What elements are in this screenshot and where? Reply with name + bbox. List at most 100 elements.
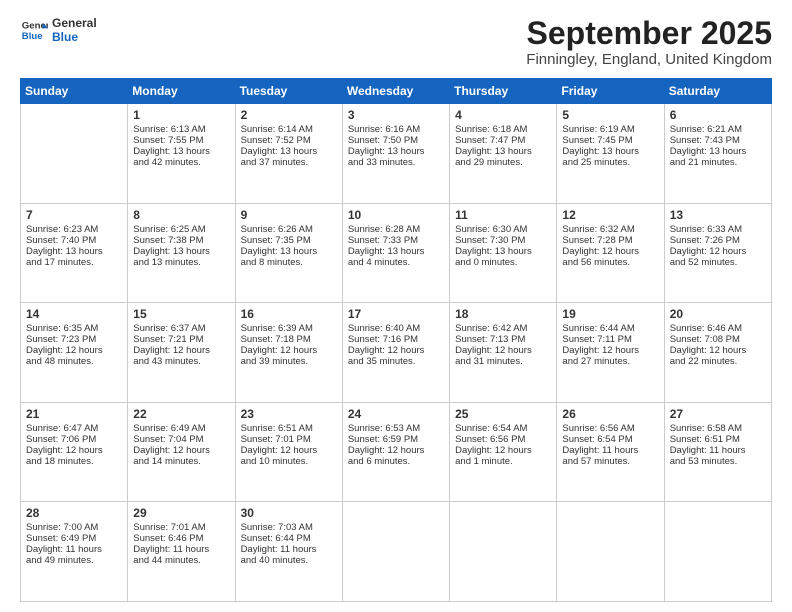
week-row-1: 1 Sunrise: 6:13 AMSunset: 7:55 PM Daylight… bbox=[21, 104, 772, 204]
day-number: 28 bbox=[26, 506, 122, 520]
day-text: Sunset: 7:08 PM bbox=[670, 334, 766, 345]
cell-w4-d3: 23Sunrise: 6:51 AMSunset: 7:01 PMDayligh… bbox=[235, 402, 342, 502]
day-text: Sunrise: 6:14 AM bbox=[241, 124, 337, 135]
day-number: 5 bbox=[562, 108, 658, 122]
day-text: Sunrise: 6:19 AM bbox=[562, 124, 658, 135]
day-text: Sunrise: 6:49 AM bbox=[133, 423, 229, 434]
day-text: Sunrise: 6:39 AM bbox=[241, 323, 337, 334]
calendar-table: SundayMondayTuesdayWednesdayThursdayFrid… bbox=[20, 78, 772, 602]
day-text: and 40 minutes. bbox=[241, 555, 337, 566]
day-text: and 27 minutes. bbox=[562, 356, 658, 367]
cell-w4-d5: 25Sunrise: 6:54 AMSunset: 6:56 PMDayligh… bbox=[450, 402, 557, 502]
day-text: and 53 minutes. bbox=[670, 456, 766, 467]
cell-w2-d4: 10Sunrise: 6:28 AMSunset: 7:33 PMDayligh… bbox=[342, 203, 449, 303]
day-text: Sunrise: 6:13 AM bbox=[133, 124, 229, 135]
day-text: Sunset: 7:18 PM bbox=[241, 334, 337, 345]
day-text: Daylight: 12 hours bbox=[670, 345, 766, 356]
day-text: Daylight: 13 hours bbox=[670, 146, 766, 157]
cell-w4-d2: 22Sunrise: 6:49 AMSunset: 7:04 PMDayligh… bbox=[128, 402, 235, 502]
day-text: Sunset: 7:55 PM bbox=[133, 135, 229, 146]
cell-w5-d2: 29Sunrise: 7:01 AMSunset: 6:46 PMDayligh… bbox=[128, 502, 235, 602]
day-text: Daylight: 13 hours bbox=[455, 246, 551, 257]
day-number: 13 bbox=[670, 208, 766, 222]
day-text: Sunset: 6:46 PM bbox=[133, 533, 229, 544]
cell-w3-d2: 15Sunrise: 6:37 AMSunset: 7:21 PMDayligh… bbox=[128, 303, 235, 403]
logo-line1: General bbox=[52, 16, 97, 30]
day-text: Sunrise: 7:01 AM bbox=[133, 522, 229, 533]
day-text: Sunrise: 6:42 AM bbox=[455, 323, 551, 334]
cell-w2-d2: 8Sunrise: 6:25 AMSunset: 7:38 PMDaylight… bbox=[128, 203, 235, 303]
day-text: Sunset: 6:49 PM bbox=[26, 533, 122, 544]
day-number: 24 bbox=[348, 407, 444, 421]
day-text: Daylight: 12 hours bbox=[670, 246, 766, 257]
day-number: 1 bbox=[133, 108, 229, 122]
day-text: and 57 minutes. bbox=[562, 456, 658, 467]
day-text: Daylight: 13 hours bbox=[133, 246, 229, 257]
day-text: Sunset: 6:59 PM bbox=[348, 434, 444, 445]
day-text: and 0 minutes. bbox=[455, 257, 551, 268]
day-text: and 39 minutes. bbox=[241, 356, 337, 367]
cell-w2-d6: 12Sunrise: 6:32 AMSunset: 7:28 PMDayligh… bbox=[557, 203, 664, 303]
day-text: Sunset: 7:30 PM bbox=[455, 235, 551, 246]
day-text: Sunrise: 6:54 AM bbox=[455, 423, 551, 434]
day-text: Sunset: 7:43 PM bbox=[670, 135, 766, 146]
svg-text:Blue: Blue bbox=[22, 31, 43, 42]
col-header-friday: Friday bbox=[557, 79, 664, 104]
cell-w3-d1: 14Sunrise: 6:35 AMSunset: 7:23 PMDayligh… bbox=[21, 303, 128, 403]
cell-w1-d1 bbox=[21, 104, 128, 204]
day-text: Sunset: 7:04 PM bbox=[133, 434, 229, 445]
day-text: Sunrise: 6:37 AM bbox=[133, 323, 229, 334]
day-text: Sunrise: 7:00 AM bbox=[26, 522, 122, 533]
day-text: and 18 minutes. bbox=[26, 456, 122, 467]
day-text: and 48 minutes. bbox=[26, 356, 122, 367]
cell-w5-d4 bbox=[342, 502, 449, 602]
day-text: Daylight: 12 hours bbox=[562, 345, 658, 356]
day-text: Daylight: 11 hours bbox=[241, 544, 337, 555]
day-number: 4 bbox=[455, 108, 551, 122]
cell-w5-d1: 28Sunrise: 7:00 AMSunset: 6:49 PMDayligh… bbox=[21, 502, 128, 602]
day-text: Sunset: 7:50 PM bbox=[348, 135, 444, 146]
cell-w5-d6 bbox=[557, 502, 664, 602]
day-text: Daylight: 11 hours bbox=[133, 544, 229, 555]
day-text: Sunrise: 6:21 AM bbox=[670, 124, 766, 135]
day-text: Sunset: 7:13 PM bbox=[455, 334, 551, 345]
month-title: September 2025 bbox=[526, 16, 772, 51]
cell-w2-d1: 7Sunrise: 6:23 AMSunset: 7:40 PMDaylight… bbox=[21, 203, 128, 303]
cell-w1-d5: 4Sunrise: 6:18 AMSunset: 7:47 PMDaylight… bbox=[450, 104, 557, 204]
day-text: and 35 minutes. bbox=[348, 356, 444, 367]
day-text: and 14 minutes. bbox=[133, 456, 229, 467]
day-text: and 22 minutes. bbox=[670, 356, 766, 367]
day-text: Daylight: 13 hours bbox=[241, 246, 337, 257]
day-text: and 1 minute. bbox=[455, 456, 551, 467]
day-text: Sunset: 6:56 PM bbox=[455, 434, 551, 445]
day-text: Daylight: 13 hours bbox=[348, 246, 444, 257]
day-text: Sunrise: 6:25 AM bbox=[133, 224, 229, 235]
day-text: Daylight: 13 hours bbox=[241, 146, 337, 157]
day-number: 3 bbox=[348, 108, 444, 122]
day-text: Daylight: 13 hours bbox=[348, 146, 444, 157]
location: Finningley, England, United Kingdom bbox=[526, 51, 772, 68]
cell-w3-d4: 17Sunrise: 6:40 AMSunset: 7:16 PMDayligh… bbox=[342, 303, 449, 403]
day-text: Sunset: 7:38 PM bbox=[133, 235, 229, 246]
day-text: Sunset: 7:33 PM bbox=[348, 235, 444, 246]
day-text: Sunrise: 6:40 AM bbox=[348, 323, 444, 334]
day-text: Sunrise: 6:16 AM bbox=[348, 124, 444, 135]
cell-w1-d6: 5Sunrise: 6:19 AMSunset: 7:45 PMDaylight… bbox=[557, 104, 664, 204]
day-text: Sunset: 7:35 PM bbox=[241, 235, 337, 246]
day-number: 23 bbox=[241, 407, 337, 421]
day-number: 18 bbox=[455, 307, 551, 321]
day-text: Sunrise: 6:51 AM bbox=[241, 423, 337, 434]
day-text: Daylight: 12 hours bbox=[241, 345, 337, 356]
day-number: 14 bbox=[26, 307, 122, 321]
day-text: Daylight: 12 hours bbox=[348, 345, 444, 356]
cell-w2-d7: 13Sunrise: 6:33 AMSunset: 7:26 PMDayligh… bbox=[664, 203, 771, 303]
day-text: and 37 minutes. bbox=[241, 157, 337, 168]
col-header-wednesday: Wednesday bbox=[342, 79, 449, 104]
day-text: Sunrise: 6:58 AM bbox=[670, 423, 766, 434]
week-row-2: 7Sunrise: 6:23 AMSunset: 7:40 PMDaylight… bbox=[21, 203, 772, 303]
day-text: Sunset: 7:28 PM bbox=[562, 235, 658, 246]
day-number: 11 bbox=[455, 208, 551, 222]
page: General Blue General Blue September 2025… bbox=[0, 0, 792, 612]
day-text: Sunrise: 6:47 AM bbox=[26, 423, 122, 434]
day-text: Sunrise: 6:30 AM bbox=[455, 224, 551, 235]
